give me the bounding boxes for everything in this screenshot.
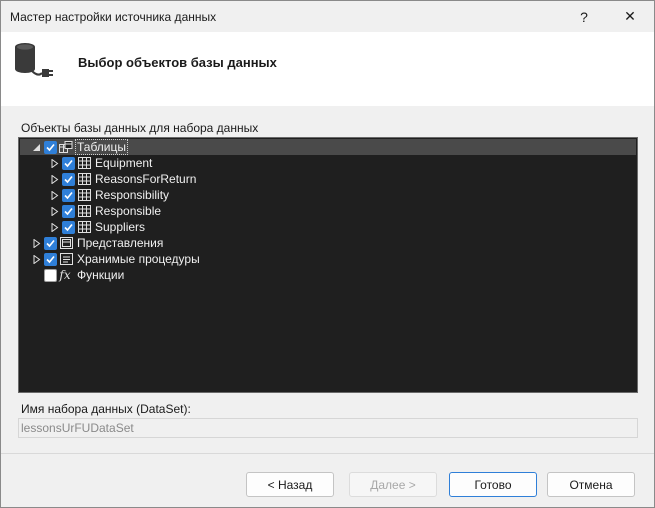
tree-label-table: Suppliers [95, 220, 146, 234]
window-title: Мастер настройки источника данных [10, 10, 217, 24]
close-button[interactable]: ✕ [607, 1, 653, 32]
close-icon: ✕ [624, 8, 636, 24]
tree-node-table[interactable]: Equipment [20, 155, 636, 171]
checkbox-table[interactable] [62, 189, 75, 202]
checkbox-table[interactable] [62, 205, 75, 218]
tree-node-functions[interactable]: fx Функции [20, 267, 636, 283]
expand-icon[interactable] [32, 238, 42, 248]
cancel-button[interactable]: Отмена [547, 472, 635, 497]
checkbox-table[interactable] [62, 173, 75, 186]
tree-node-table[interactable]: Responsibility [20, 187, 636, 203]
page-title: Выбор объектов базы данных [78, 55, 277, 70]
tree-label-procedures: Хранимые процедуры [77, 252, 200, 266]
finish-button[interactable]: Готово [449, 472, 537, 497]
objects-section-label: Объекты базы данных для набора данных [21, 121, 259, 135]
table-icon [77, 188, 91, 202]
function-icon: fx [59, 268, 71, 282]
checkbox-procedures[interactable] [44, 253, 57, 266]
database-icon [15, 43, 53, 77]
database-objects-tree[interactable]: Таблицы Equipment ReasonsForReturn Respo… [18, 137, 638, 393]
collapse-icon[interactable] [31, 142, 41, 152]
title-bar: Мастер настройки источника данных ? ✕ [1, 1, 654, 32]
tree-label-table: ReasonsForReturn [95, 172, 197, 186]
tree-node-tables[interactable]: Таблицы [20, 139, 636, 155]
help-icon: ? [580, 8, 588, 25]
tree-node-table[interactable]: ReasonsForReturn [20, 171, 636, 187]
dialog-window: Мастер настройки источника данных ? ✕ Вы… [0, 0, 655, 508]
tables-folder-icon [59, 140, 73, 154]
tree-label-table: Equipment [95, 156, 153, 170]
views-icon [59, 236, 73, 250]
tree-label-functions: Функции [77, 268, 125, 282]
checkbox-table[interactable] [62, 221, 75, 234]
tree-node-table[interactable]: Responsible [20, 203, 636, 219]
expand-icon[interactable] [50, 174, 60, 184]
table-icon [77, 156, 91, 170]
checkbox-table[interactable] [62, 157, 75, 170]
tree-node-views[interactable]: Представления [20, 235, 636, 251]
back-button[interactable]: < Назад [246, 472, 334, 497]
tree-label-views: Представления [77, 236, 164, 250]
expand-icon[interactable] [32, 254, 42, 264]
next-button[interactable]: Далее > [349, 472, 437, 497]
wizard-header: Выбор объектов базы данных [1, 32, 654, 106]
dataset-name-label: Имя набора данных (DataSet): [21, 402, 191, 416]
tree-label-table: Responsible [95, 204, 162, 218]
table-icon [77, 220, 91, 234]
expand-icon[interactable] [50, 190, 60, 200]
tree-node-procedures[interactable]: Хранимые процедуры [20, 251, 636, 267]
help-button[interactable]: ? [561, 1, 607, 32]
checkbox-views[interactable] [44, 237, 57, 250]
tree-label-tables: Таблицы [74, 139, 129, 155]
stored-procedures-icon [59, 252, 73, 266]
dataset-name-field[interactable] [18, 418, 638, 438]
expand-icon[interactable] [50, 206, 60, 216]
footer-divider [1, 453, 654, 454]
table-icon [77, 204, 91, 218]
expand-icon[interactable] [50, 158, 60, 168]
checkbox-tables[interactable] [44, 141, 57, 154]
table-icon [77, 172, 91, 186]
expand-icon[interactable] [50, 222, 60, 232]
tree-node-table[interactable]: Suppliers [20, 219, 636, 235]
tree-label-table: Responsibility [95, 188, 170, 202]
checkbox-functions[interactable] [44, 269, 57, 282]
